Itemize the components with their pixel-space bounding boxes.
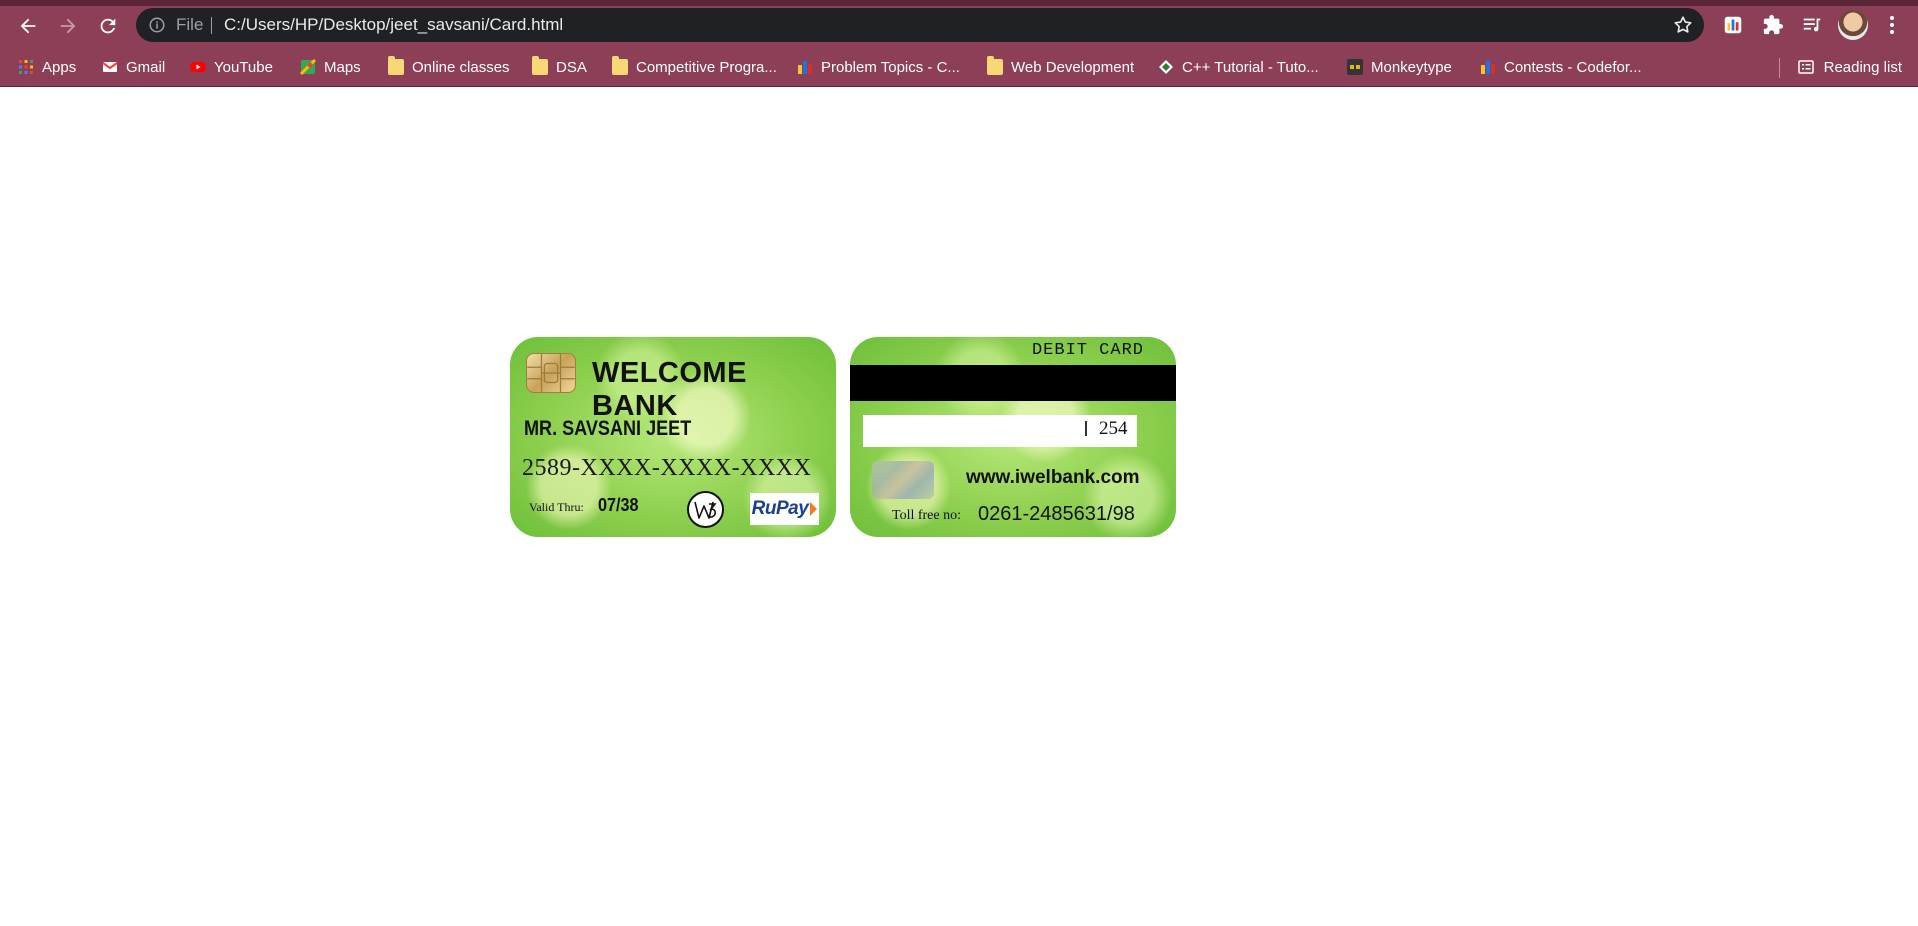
folder-icon xyxy=(532,56,548,75)
card-type-label: DEBIT CARD xyxy=(1031,341,1144,360)
bookmark-gmail[interactable]: Gmail xyxy=(102,52,165,82)
bookmark-web-development[interactable]: Web Development xyxy=(987,52,1134,82)
bookmark-label: DSA xyxy=(556,58,587,76)
chip-icon xyxy=(526,353,576,393)
card-holder-name: MR. SAVSANI JEET xyxy=(524,417,692,440)
codeforces-icon xyxy=(798,61,812,74)
card-number: 2589-XXXX-XXXX-XXXX xyxy=(522,455,812,481)
playlist-music-icon xyxy=(1803,18,1821,32)
bookmark-star-icon[interactable] xyxy=(1672,14,1694,36)
media-control-button[interactable] xyxy=(1797,10,1827,40)
bookmark-label: Online classes xyxy=(412,58,510,76)
monkeytype-icon xyxy=(1347,59,1363,75)
bookmark-maps[interactable]: Maps xyxy=(300,52,361,82)
puzzle-icon xyxy=(1763,14,1784,35)
forward-button[interactable] xyxy=(52,10,84,42)
reading-list-icon xyxy=(1797,60,1814,74)
rupay-logo: RuPay xyxy=(750,493,819,525)
bookmark-label: Apps xyxy=(42,58,77,76)
bookmark-monkeytype[interactable]: Monkeytype xyxy=(1347,52,1452,82)
extension-codeforces[interactable] xyxy=(1718,10,1748,40)
extensions-button[interactable] xyxy=(1758,10,1788,40)
youtube-icon xyxy=(190,62,206,72)
bookmark-label: Competitive Progra... xyxy=(636,58,777,76)
bookmark-label: Monkeytype xyxy=(1371,58,1452,76)
bank-website: www.iwelbank.com xyxy=(966,467,1140,488)
gmail-icon xyxy=(102,62,118,72)
url-text[interactable]: C:/Users/HP/Desktop/jeet_savsani/Card.ht… xyxy=(224,14,563,36)
card-front: WELCOME BANK MR. SAVSANI JEET 2589-XXXX-… xyxy=(510,337,836,537)
bookmark-cpp-tutorial[interactable]: C++ Tutorial - Tuto... xyxy=(1158,52,1319,82)
bookmarks-bar: Apps Gmail YouTube Maps Online classes D… xyxy=(0,52,1918,84)
reading-list-label: Reading list xyxy=(1823,58,1902,76)
bookmark-label: Contests - Codefor... xyxy=(1504,58,1642,76)
bookmark-youtube[interactable]: YouTube xyxy=(190,52,273,82)
bookmark-apps[interactable]: Apps xyxy=(18,52,76,82)
tab-strip-edge xyxy=(0,0,1918,6)
magnetic-strip xyxy=(850,365,1176,401)
network-name: RuPay xyxy=(751,498,809,519)
tutorial-icon xyxy=(1159,60,1173,74)
browser-toolbar: File C:/Users/HP/Desktop/jeet_savsani/Ca… xyxy=(0,0,1918,87)
bookmark-problem-topics[interactable]: Problem Topics - C... xyxy=(797,52,960,82)
rupay-arrow-icon xyxy=(810,502,818,516)
cvv-number: 254 xyxy=(1099,418,1128,439)
maps-icon xyxy=(300,59,316,75)
bookmark-online-classes[interactable]: Online classes xyxy=(388,52,510,82)
browser-menu-button[interactable] xyxy=(1880,10,1904,40)
bookmark-label: C++ Tutorial - Tuto... xyxy=(1182,58,1319,76)
signature-divider xyxy=(1085,421,1087,436)
bookmark-label: Gmail xyxy=(126,58,166,76)
bookmark-label: Problem Topics - C... xyxy=(821,58,960,76)
scheme-label: File xyxy=(176,15,204,34)
folder-icon xyxy=(388,56,404,75)
bookmark-label: Web Development xyxy=(1011,58,1135,76)
bookmark-dsa[interactable]: DSA xyxy=(532,52,587,82)
reload-button[interactable] xyxy=(92,10,124,42)
reload-icon xyxy=(100,18,116,34)
back-button[interactable] xyxy=(12,10,44,42)
signature-panel: 254 xyxy=(863,415,1137,447)
bookmark-label: Maps xyxy=(324,58,361,76)
folder-icon xyxy=(612,56,628,75)
scheme-divider xyxy=(211,17,212,34)
info-icon[interactable] xyxy=(148,16,166,34)
toll-free-number: 0261-2485631/98 xyxy=(978,503,1135,525)
arrow-right-icon xyxy=(60,18,76,34)
codeforces-icon xyxy=(1724,16,1742,34)
valid-thru-label: Valid Thru: xyxy=(529,500,584,514)
arrow-left-icon xyxy=(20,18,36,34)
codeforces-icon xyxy=(1481,61,1495,74)
folder-icon xyxy=(987,56,1003,75)
bookmark-contests[interactable]: Contests - Codefor... xyxy=(1480,52,1642,82)
apps-grid-icon xyxy=(19,60,33,74)
toll-free-label: Toll free no: xyxy=(892,508,961,523)
address-bar[interactable]: File C:/Users/HP/Desktop/jeet_savsani/Ca… xyxy=(136,8,1704,42)
bookmark-label: YouTube xyxy=(214,58,273,76)
reading-list-divider xyxy=(1779,58,1780,78)
profile-avatar[interactable] xyxy=(1838,10,1868,40)
hologram-icon xyxy=(872,461,934,499)
valid-thru-date: 07/38 xyxy=(598,495,639,515)
bank-name: WELCOME BANK xyxy=(592,357,747,422)
reading-list-button[interactable]: Reading list xyxy=(1797,52,1902,82)
card-back: DEBIT CARD 254 www.iwelbank.com Toll fre… xyxy=(850,337,1176,537)
bookmark-competitive-programming[interactable]: Competitive Progra... xyxy=(612,52,777,82)
w3-logo-icon xyxy=(687,491,724,528)
